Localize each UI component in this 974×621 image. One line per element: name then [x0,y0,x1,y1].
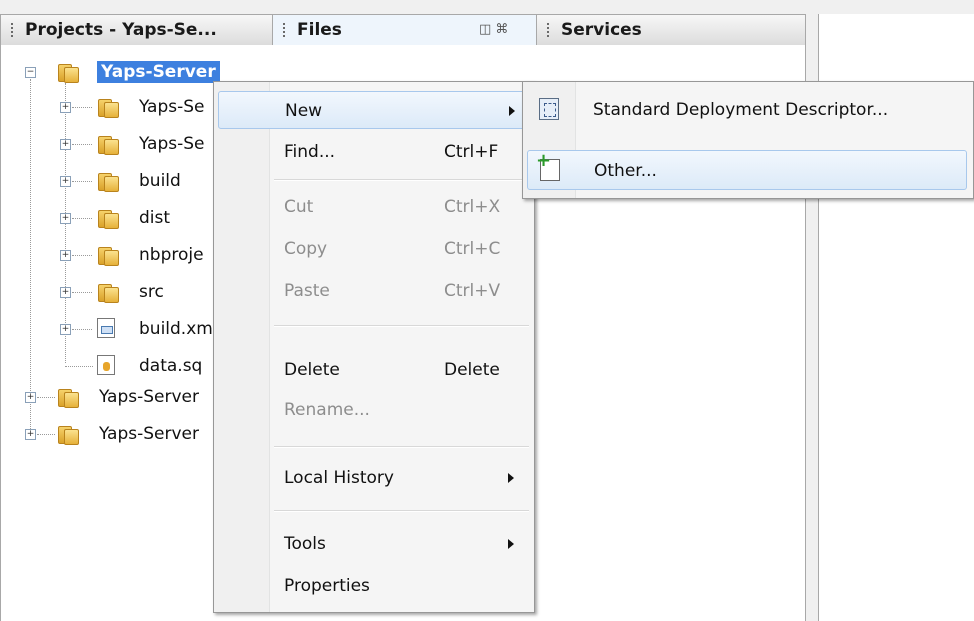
tab-files-label: Files [297,20,342,40]
tree-node-label: build.xm [139,319,213,339]
expand-icon[interactable]: + [60,176,71,187]
tab-controls-icon[interactable]: ◫ ⌘ [479,15,508,45]
project-folder-icon [56,387,79,408]
menu-item-label: New [285,101,323,121]
menu-item-other[interactable]: Other... [527,150,967,190]
folder-icon [96,171,119,192]
tree-node-label: Yaps-Se [139,134,205,154]
tree-node-label: Yaps-Server [99,387,199,407]
tab-services-label: Services [561,20,642,40]
menu-item-label: Other... [594,161,657,181]
menu-item-label: Delete [284,360,340,380]
tree-node-label: Yaps-Server [99,424,199,444]
tree-line [30,79,32,429]
drag-grip-icon[interactable] [11,23,16,37]
tree-node-label: Yaps-Se [139,97,205,117]
tree-node-label: src [139,282,164,302]
menu-item-label: Properties [284,576,370,596]
menu-shortcut: Ctrl+V [444,281,501,301]
folder-icon [96,97,119,118]
menu-separator [274,446,529,448]
menu-item-new[interactable]: New [218,91,528,129]
sql-file-icon [97,355,115,375]
menu-item-rename[interactable]: Rename... [218,391,528,429]
tab-files[interactable]: Files ◫ ⌘ [273,15,537,45]
ant-build-file-icon [97,318,115,338]
menu-item-find[interactable]: Find... Ctrl+F [218,133,528,171]
menu-item-label: Standard Deployment Descriptor... [593,100,889,120]
tree-node-label: data.sq [139,356,203,376]
menu-item-tools[interactable]: Tools [218,525,528,563]
menu-shortcut: Delete [444,360,500,380]
expand-icon[interactable]: + [60,324,71,335]
tree-node-label: Yaps-Server [97,61,220,83]
menu-shortcut: Ctrl+F [444,142,499,162]
expand-icon[interactable]: + [25,429,36,440]
new-file-icon [536,151,560,181]
submenu-arrow-icon [508,473,514,483]
deployment-descriptor-icon [539,98,559,120]
context-menu: New Find... Ctrl+F Cut Ctrl+X Copy Ctrl+… [213,81,535,613]
tree-node-label: build [139,171,181,191]
tree-node-label: dist [139,208,171,228]
drag-grip-icon[interactable] [283,23,288,37]
expand-icon[interactable]: + [60,213,71,224]
expand-icon[interactable]: + [60,139,71,150]
menu-separator [274,510,529,512]
menu-item-label: Copy [284,239,328,259]
menu-item-paste[interactable]: Paste Ctrl+V [218,272,528,310]
drag-grip-icon[interactable] [547,23,552,37]
explorer-tab-bar: Projects - Yaps-Se... Files ◫ ⌘ Services [0,14,806,46]
tab-projects-label: Projects - Yaps-Se... [25,20,217,40]
tab-projects[interactable]: Projects - Yaps-Se... [1,15,273,45]
folder-icon [96,208,119,229]
project-folder-icon [56,424,79,445]
menu-item-label: Rename... [284,400,370,420]
ide-window: Projects - Yaps-Se... Files ◫ ⌘ Services… [0,0,974,621]
menu-item-standard-deployment-descriptor[interactable]: Standard Deployment Descriptor... [527,90,967,130]
menu-item-label: Local History [284,468,394,488]
submenu-arrow-icon [509,106,515,116]
menu-item-label: Cut [284,197,314,217]
expand-icon[interactable]: + [60,287,71,298]
expand-icon[interactable]: + [25,392,36,403]
menu-item-label: Find... [284,142,336,162]
folder-icon [96,134,119,155]
menu-shortcut: Ctrl+C [444,239,501,259]
tab-services[interactable]: Services [537,15,805,45]
expand-icon[interactable]: + [60,250,71,261]
folder-icon [96,282,119,303]
new-submenu: Standard Deployment Descriptor... Other.… [522,81,974,199]
menu-item-label: Paste [284,281,330,301]
menu-shortcut: Ctrl+X [444,197,501,217]
menu-item-delete[interactable]: Delete Delete [218,351,528,389]
menu-item-local-history[interactable]: Local History [218,459,528,497]
project-folder-icon [56,62,79,83]
folder-icon [96,245,119,266]
submenu-arrow-icon [508,539,514,549]
menu-separator [274,179,529,181]
menu-item-properties[interactable]: Properties [218,567,528,605]
expand-icon[interactable]: + [60,102,71,113]
collapse-icon[interactable]: − [25,67,36,78]
menu-item-cut[interactable]: Cut Ctrl+X [218,188,528,226]
menu-item-copy[interactable]: Copy Ctrl+C [218,230,528,268]
menu-item-label: Tools [284,534,326,554]
tree-node-label: nbproje [139,245,204,265]
menu-separator [274,325,529,327]
